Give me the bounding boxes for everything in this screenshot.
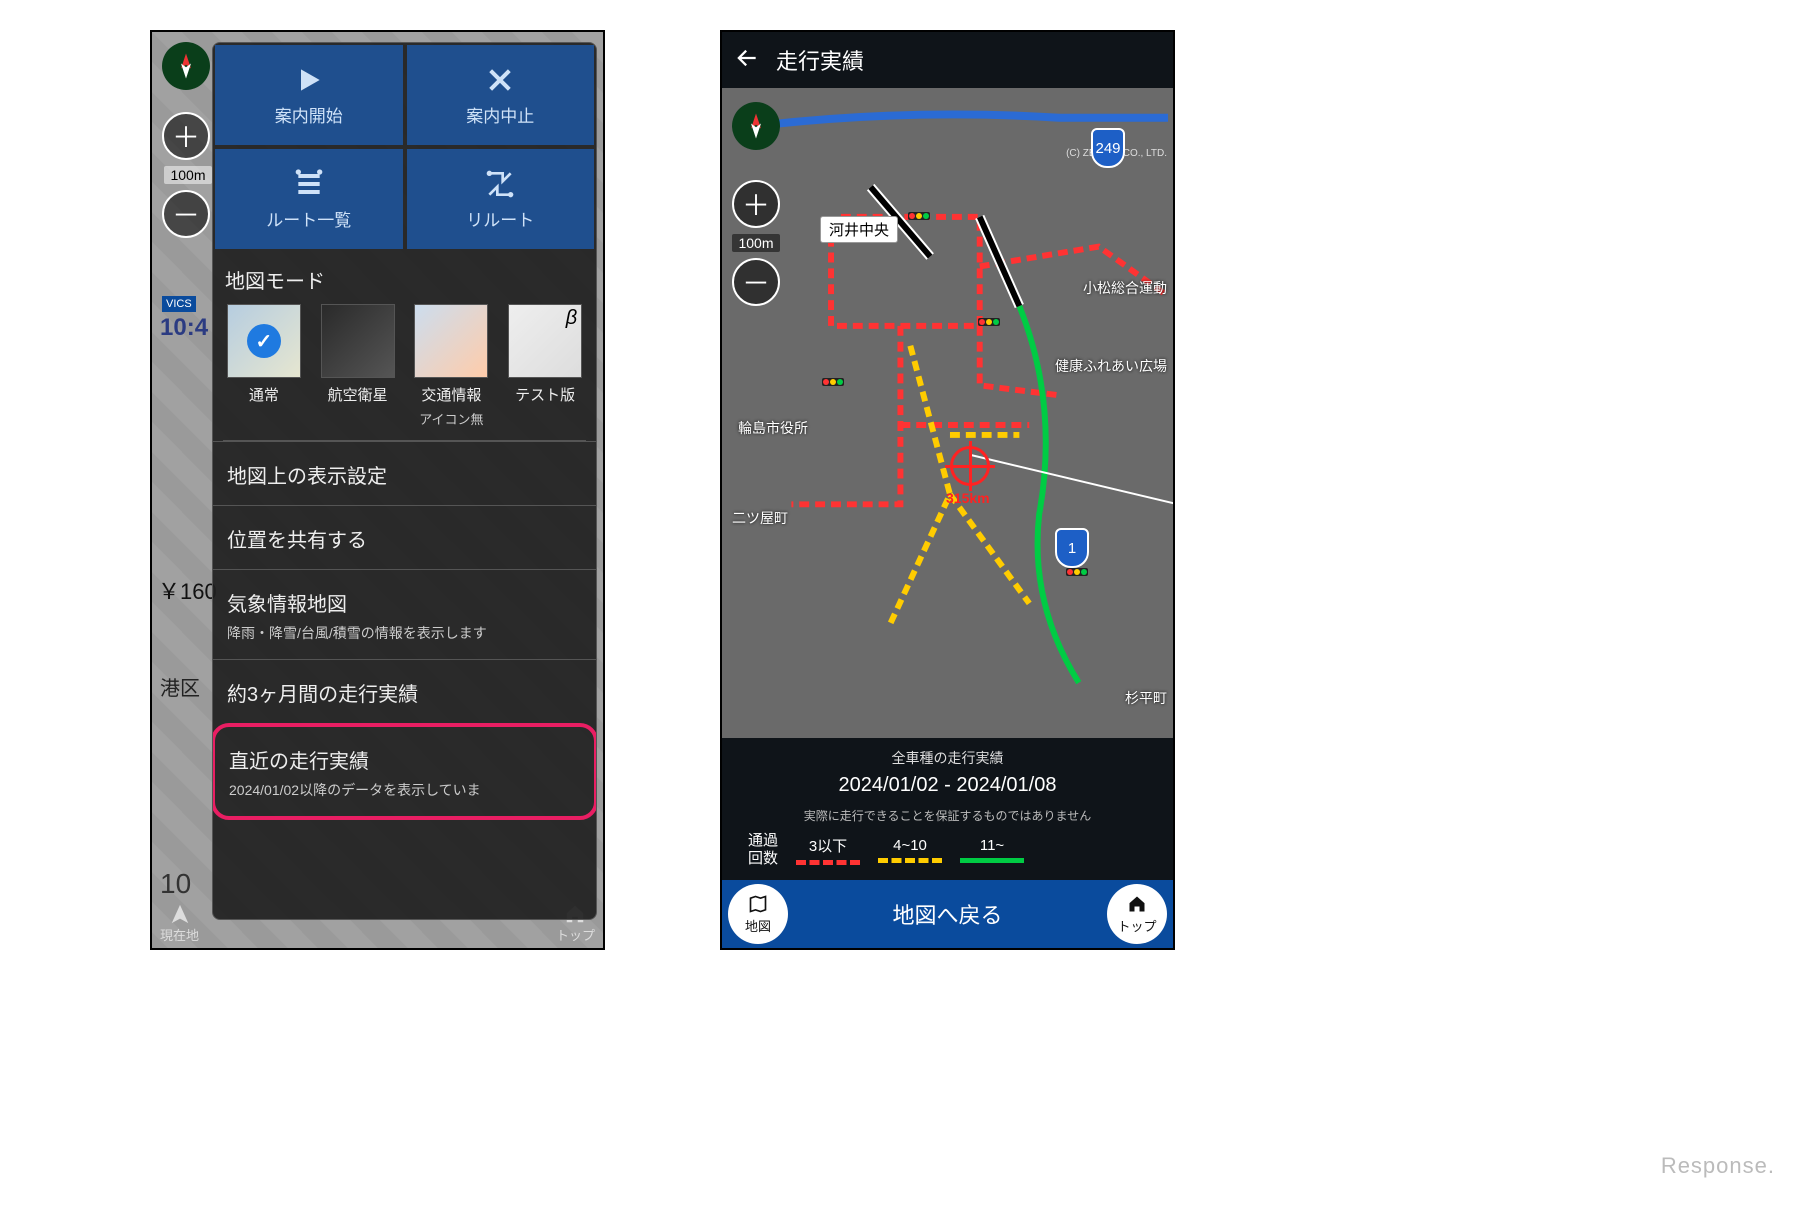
legend-item-4-10: 4~10 — [878, 837, 942, 863]
info-all-vehicles: 全車種の走行実績 — [892, 748, 1004, 768]
map-area[interactable]: (C) ZENRIN CO., LTD. 河井中央 小松総合運動 健康ふれあい広… — [722, 88, 1173, 738]
poi-kenko: 健康ふれあい広場 — [1055, 356, 1167, 376]
current-position-marker — [950, 446, 990, 486]
close-icon — [484, 64, 516, 96]
legend-item-3: 3以下 — [796, 835, 860, 865]
legend-line-yellow — [878, 858, 942, 863]
menu-three-month-history[interactable]: 約3ヶ月間の走行実績 — [213, 659, 596, 723]
mapmode-normal[interactable]: 通常 — [219, 304, 309, 428]
mapmode-traffic[interactable]: 交通情報 アイコン無 — [407, 304, 497, 428]
traffic-light-icon — [978, 318, 1000, 326]
mapmode-beta[interactable]: テスト版 — [500, 304, 590, 428]
phone-left: ＋ 100m － VICS 10:4 ￥160 港区 10 現在地 トップ 案内… — [150, 30, 605, 950]
zoom-in-button[interactable]: ＋ — [732, 180, 780, 228]
menu-weather[interactable]: 気象情報地図 降雨・降雪/台風/積雪の情報を表示します — [213, 569, 596, 659]
area-label: 港区 — [160, 672, 200, 701]
legend-label: 通過 回数 — [748, 832, 778, 868]
reroute-tile[interactable]: リルート — [407, 149, 595, 249]
scale-label: 100m — [732, 234, 780, 252]
menu-share-location[interactable]: 位置を共有する — [213, 505, 596, 569]
mapmode-row: 通常 航空衛星 交通情報 アイコン無 テスト版 — [213, 304, 596, 428]
reroute-icon — [484, 168, 516, 200]
mapmode-thumb — [321, 304, 395, 378]
play-icon — [293, 64, 325, 96]
compass-button[interactable] — [732, 102, 780, 150]
route-shield-1: 1 — [1055, 528, 1089, 568]
traffic-light-icon — [822, 378, 844, 386]
zoom-controls: ＋ 100m － — [162, 112, 212, 238]
start-guidance-tile[interactable]: 案内開始 — [215, 45, 403, 145]
menu-recent-history[interactable]: 直近の走行実績 2024/01/02以降のデータを表示していま — [212, 723, 597, 820]
vics-time: 10:4 — [160, 314, 208, 342]
current-km-label: 315km — [946, 490, 990, 506]
price-label: ￥160 — [158, 574, 217, 606]
info-panel: 全車種の走行実績 2024/01/02 - 2024/01/08 実際に走行でき… — [722, 738, 1173, 880]
route-list-tile[interactable]: ルート一覧 — [215, 149, 403, 249]
back-to-map-button[interactable]: 地図へ戻る — [892, 898, 1002, 930]
back-button[interactable] — [734, 45, 760, 76]
bottom-bar: 地図 地図へ戻る トップ — [722, 880, 1173, 948]
poi-cityhall: 輪島市役所 — [738, 418, 808, 438]
route-overlay — [722, 88, 1173, 722]
home-icon — [1127, 894, 1147, 914]
compass-icon — [741, 111, 771, 141]
mapmode-thumb — [227, 304, 301, 378]
compass-icon — [171, 51, 201, 81]
legend-item-11: 11~ — [960, 837, 1024, 863]
zoom-controls: ＋ 100m － — [732, 180, 780, 306]
phone-right: 走行実績 (C) ZENRIN CO., LTD. 河井中央 小松総合運動 健康… — [720, 30, 1175, 950]
list-icon — [293, 168, 325, 200]
info-disclaimer: 実際に走行できることを保証するものではありません — [804, 807, 1091, 824]
route-shield-249: 249 — [1091, 128, 1125, 168]
scale-label: 100m — [164, 166, 212, 184]
check-icon — [247, 324, 281, 358]
arrow-left-icon — [734, 45, 760, 71]
poi-sugihira: 杉平町 — [1125, 688, 1167, 708]
info-date-range: 2024/01/02 - 2024/01/08 — [839, 774, 1057, 797]
top-button[interactable]: トップ — [1107, 884, 1167, 944]
zoom-out-button[interactable]: － — [162, 190, 210, 238]
current-location-button[interactable]: 現在地 — [160, 903, 199, 944]
mapmode-section-title: 地図モード — [213, 251, 596, 304]
menu-display-settings[interactable]: 地図上の表示設定 — [213, 441, 596, 505]
traffic-light-icon — [1066, 568, 1088, 576]
page-title: 走行実績 — [776, 44, 864, 76]
titlebar: 走行実績 — [722, 32, 1173, 88]
mapmode-thumb — [414, 304, 488, 378]
map-menu-panel: 案内開始 案内中止 ルート一覧 リルート 地図モード 通常 — [212, 42, 597, 920]
clock-label: 10 — [160, 868, 191, 900]
legend-line-green — [960, 858, 1024, 863]
legend-row: 通過 回数 3以下 4~10 11~ — [730, 832, 1165, 868]
mapmode-thumb — [508, 304, 582, 378]
compass-button[interactable] — [162, 42, 210, 90]
poi-futatsu: 二ツ屋町 — [732, 508, 788, 528]
poi-komatsu: 小松総合運動 — [1083, 278, 1167, 298]
cancel-guidance-tile[interactable]: 案内中止 — [407, 45, 595, 145]
traffic-light-icon — [908, 212, 930, 220]
map-icon — [748, 894, 768, 914]
area-chip-kawai: 河井中央 — [820, 216, 898, 243]
location-icon — [169, 903, 191, 925]
vics-badge: VICS — [162, 296, 196, 312]
watermark: Response. — [1661, 1153, 1775, 1179]
mapmode-satellite[interactable]: 航空衛星 — [313, 304, 403, 428]
legend-line-red — [796, 860, 860, 865]
map-button[interactable]: 地図 — [728, 884, 788, 944]
zoom-out-button[interactable]: － — [732, 258, 780, 306]
zoom-in-button[interactable]: ＋ — [162, 112, 210, 160]
